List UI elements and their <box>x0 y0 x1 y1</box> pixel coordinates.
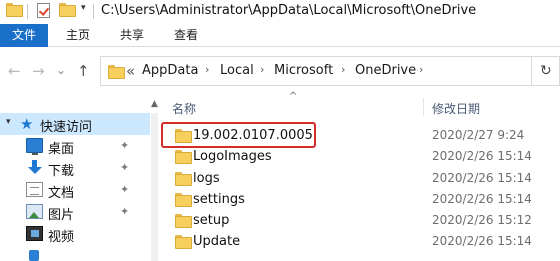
sidebar-item-label: 下载 <box>48 164 75 179</box>
folder-icon <box>175 172 192 186</box>
up-arrow-icon[interactable]: ↑ <box>77 62 90 80</box>
sidebar-item-label: 文档 <box>48 186 75 201</box>
tab-file[interactable]: 文件 <box>0 24 48 47</box>
forward-arrow-icon[interactable]: → <box>32 62 45 80</box>
folder-icon <box>175 193 192 207</box>
documents-icon <box>26 182 43 197</box>
new-folder-icon[interactable] <box>59 3 76 17</box>
scroll-up-arrow-icon[interactable]: ▲ <box>151 99 158 109</box>
sidebar-item-label: 桌面 <box>48 142 75 157</box>
modified-date: 2020/2/26 15:14 <box>432 192 532 206</box>
properties-icon[interactable] <box>37 3 50 18</box>
tab-home[interactable]: 主页 <box>55 24 101 47</box>
window-title: C:\Users\Administrator\AppData\Local\Mic… <box>101 3 477 18</box>
list-item[interactable]: settings 2020/2/26 15:14 <box>158 189 560 210</box>
videos-icon <box>26 226 43 241</box>
back-arrow-icon[interactable]: ← <box>8 62 21 80</box>
list-item[interactable]: logs 2020/2/26 15:14 <box>158 168 560 189</box>
ribbon-tabs: 文件 主页 共享 查看 <box>0 24 560 47</box>
file-name: Update <box>193 234 241 249</box>
chevron-right-icon[interactable]: › <box>260 63 264 76</box>
pictures-icon <box>26 204 43 219</box>
quick-access-toolbar-dropdown[interactable]: ▾ <box>81 3 86 13</box>
modified-date: 2020/2/26 15:14 <box>432 171 532 185</box>
pin-icon[interactable]: ✦ <box>120 205 129 218</box>
tab-share[interactable]: 共享 <box>109 24 155 47</box>
breadcrumb-microsoft[interactable]: Microsoft <box>274 63 333 78</box>
file-list: 名称 修改日期 19.002.0107.0005 2020/2/27 9:24 … <box>158 94 560 261</box>
sidebar-item-desktop[interactable]: 桌面 ✦ <box>0 135 150 157</box>
chevron-right-icon[interactable]: › <box>205 63 209 76</box>
list-item[interactable]: Update 2020/2/26 15:14 <box>158 231 560 252</box>
folder-icon <box>175 214 192 228</box>
modified-date: 2020/2/27 9:24 <box>432 128 525 142</box>
pin-icon[interactable]: ✦ <box>120 183 129 196</box>
navigation-pane: ▾ ★ 快速访问 桌面 ✦ 下载 ✦ 文档 ✦ 图片 ✦ 视频 <box>0 94 150 261</box>
modified-date: 2020/2/26 15:14 <box>432 234 532 248</box>
sidebar-item-label: 视频 <box>48 230 75 245</box>
breadcrumb-local[interactable]: Local <box>220 63 254 78</box>
toolbar-divider <box>93 4 94 19</box>
column-divider[interactable] <box>423 98 424 116</box>
chevron-right-icon[interactable]: › <box>341 63 345 76</box>
file-name: settings <box>193 192 245 207</box>
modified-date: 2020/2/26 15:12 <box>432 213 532 227</box>
sidebar-item-videos[interactable]: 视频 <box>0 223 150 245</box>
modified-date: 2020/2/26 15:14 <box>432 149 532 163</box>
breadcrumb-onedrive[interactable]: OneDrive <box>355 63 416 78</box>
sidebar-item-label: 快速访问 <box>40 120 93 135</box>
highlight-annotation <box>161 122 316 148</box>
pin-icon[interactable]: ✦ <box>120 139 129 152</box>
sidebar-item-downloads[interactable]: 下载 ✦ <box>0 157 150 179</box>
tab-view[interactable]: 查看 <box>163 24 209 47</box>
toolbar-divider <box>27 4 28 19</box>
chevron-down-icon[interactable]: ▾ <box>6 117 11 127</box>
folder-icon <box>175 150 192 164</box>
folder-icon <box>6 3 23 17</box>
file-name: logs <box>193 171 220 186</box>
sidebar-item-quick-access[interactable]: ▾ ★ 快速访问 <box>0 113 150 135</box>
star-icon: ★ <box>20 115 34 133</box>
breadcrumb-overflow[interactable]: « <box>126 62 135 80</box>
navigation-scrollbar[interactable] <box>151 113 158 261</box>
address-bar[interactable]: « AppData › Local › Microsoft › OneDrive… <box>100 56 532 86</box>
chevron-right-icon[interactable]: › <box>419 63 423 76</box>
column-header-date[interactable]: 修改日期 <box>432 100 480 117</box>
recent-locations-icon[interactable]: ⌄ <box>56 63 66 77</box>
sidebar-item-documents[interactable]: 文档 ✦ <box>0 179 150 201</box>
list-item[interactable]: LogoImages 2020/2/26 15:14 <box>158 146 560 167</box>
pin-icon[interactable]: ✦ <box>120 161 129 174</box>
desktop-icon <box>26 138 43 155</box>
download-icon <box>26 160 43 175</box>
title-bar: ▾ C:\Users\Administrator\AppData\Local\M… <box>0 0 560 24</box>
folder-icon <box>108 65 125 79</box>
navigation-row: ← → ⌄ ↑ « AppData › Local › Microsoft › … <box>0 47 560 94</box>
file-name: setup <box>193 213 230 228</box>
sidebar-item-label: 图片 <box>48 208 75 223</box>
breadcrumb-appdata[interactable]: AppData <box>142 63 198 78</box>
music-icon <box>26 248 43 261</box>
refresh-icon: ↻ <box>540 63 552 79</box>
sidebar-item-pictures[interactable]: 图片 ✦ <box>0 201 150 223</box>
column-header-name[interactable]: 名称 <box>172 100 196 117</box>
folder-icon <box>175 235 192 249</box>
file-name: LogoImages <box>193 149 272 164</box>
refresh-button[interactable]: ↻ <box>532 56 560 86</box>
list-item[interactable]: setup 2020/2/26 15:12 <box>158 210 560 231</box>
sidebar-item-music[interactable] <box>0 245 150 261</box>
